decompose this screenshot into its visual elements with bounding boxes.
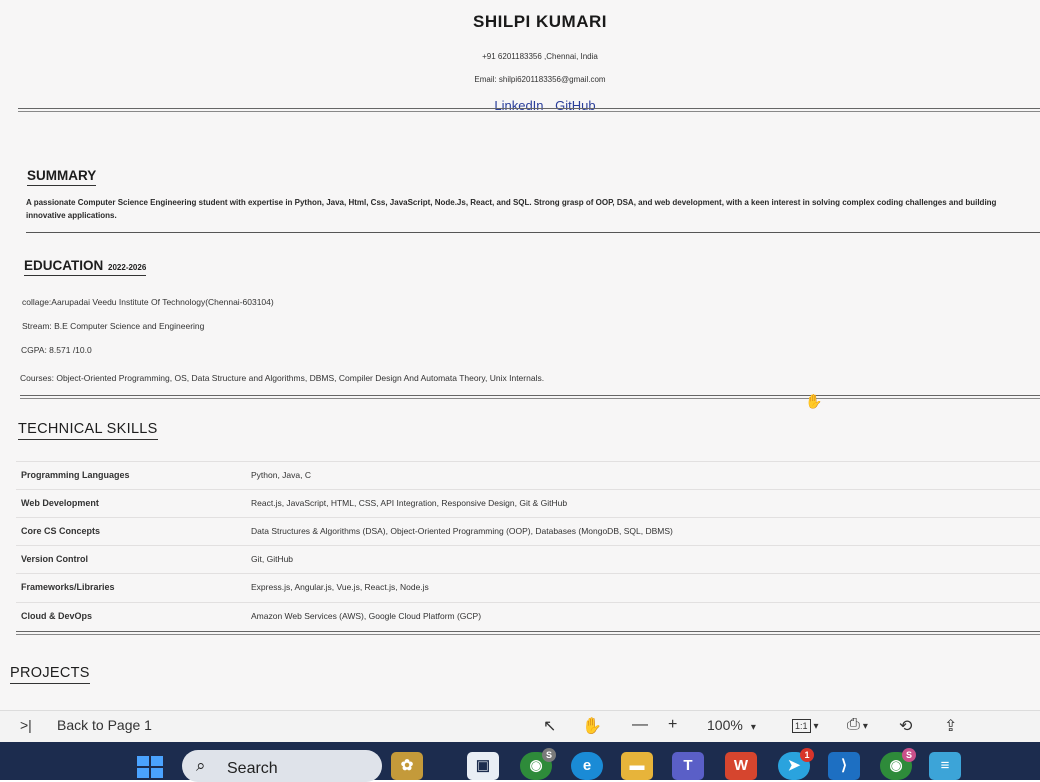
skill-key: Web Development: [21, 498, 99, 508]
chrome-icon[interactable]: ◉ S: [520, 748, 556, 780]
skill-key: Frameworks/Libraries: [21, 582, 115, 592]
windows-start-icon[interactable]: [137, 756, 163, 778]
skill-value: React.js, JavaScript, HTML, CSS, API Int…: [251, 498, 568, 508]
cgpa-line: CGPA: 8.571 /10.0: [21, 345, 92, 355]
education-divider: [20, 395, 1040, 399]
zoom-value: 100%: [707, 717, 743, 733]
skip-back-icon[interactable]: >|: [20, 717, 32, 733]
edge-icon[interactable]: e: [571, 752, 603, 780]
profile-badge: S: [902, 748, 916, 762]
skill-value: Git, GitHub: [251, 554, 294, 564]
print-icon[interactable]: ⎙ ▾: [847, 716, 868, 734]
chevron-down-icon: ▾: [750, 722, 756, 733]
resume-name: SHILPI KUMARI: [473, 12, 607, 31]
hand-tool-icon[interactable]: ✋: [582, 716, 602, 736]
back-to-page-button[interactable]: Back to Page 1: [57, 717, 152, 733]
search-label: Search: [227, 760, 278, 777]
teams-icon[interactable]: T: [672, 752, 704, 780]
stream-line: Stream: B.E Computer Science and Enginee…: [22, 321, 205, 331]
table-row: Core CS Concepts Data Structures & Algor…: [16, 517, 1040, 545]
rotate-icon[interactable]: ⟲: [899, 716, 912, 736]
summary-heading: SUMMARY: [27, 168, 97, 186]
skills-divider: [16, 631, 1040, 635]
zoom-out-icon[interactable]: —: [632, 716, 648, 734]
pdf-document-page: SHILPI KUMARI +91 6201183356 ,Chennai, I…: [0, 0, 1040, 710]
skills-heading: TECHNICAL SKILLS: [18, 421, 158, 440]
courses-line: Courses: Object-Oriented Programming, OS…: [20, 373, 545, 383]
skill-key: Core CS Concepts: [21, 526, 101, 536]
table-row: Frameworks/Libraries Express.js, Angular…: [16, 573, 1040, 601]
share-icon[interactable]: ⇪: [944, 716, 957, 736]
hand-cursor-icon: ✋: [805, 393, 823, 409]
education-years: 2022-2026: [108, 263, 147, 272]
telegram-icon[interactable]: ➤ 1: [778, 748, 814, 780]
zoom-dropdown[interactable]: 100% ▾: [707, 717, 756, 733]
select-arrow-icon[interactable]: ↖: [543, 716, 556, 736]
chevron-down-icon: ▾: [813, 721, 819, 732]
wps-office-icon[interactable]: W: [725, 752, 757, 780]
summary-text: A passionate Computer Science Engineerin…: [26, 198, 997, 220]
skill-key: Programming Languages: [21, 470, 130, 480]
skill-value: Amazon Web Services (AWS), Google Cloud …: [251, 611, 482, 621]
college-line: collage:Aarupadai Veedu Institute Of Tec…: [22, 297, 274, 307]
search-icon: ⌕: [196, 756, 206, 775]
table-row: Programming Languages Python, Java, C: [16, 461, 1040, 489]
education-title: EDUCATION: [24, 258, 104, 273]
chevron-down-icon: ▾: [862, 721, 868, 732]
windows-taskbar: ⌕ Search ✿ ▣ ◉ S e ▬ T W ➤ 1 ⟩ ◉ S ≡: [0, 742, 1040, 782]
skill-key: Cloud & DevOps: [21, 611, 93, 621]
skill-value: Express.js, Angular.js, Vue.js, React.js…: [251, 582, 429, 592]
table-row: Cloud & DevOps Amazon Web Services (AWS)…: [16, 602, 1040, 630]
vscode-icon[interactable]: ⟩: [828, 752, 860, 780]
skill-value: Data Structures & Algorithms (DSA), Obje…: [251, 526, 673, 536]
skill-key: Version Control: [21, 554, 89, 564]
header-divider: [18, 108, 1040, 112]
table-row: Version Control Git, GitHub: [16, 545, 1040, 573]
profile-badge: S: [542, 748, 556, 762]
education-heading: EDUCATION 2022-2026: [24, 258, 147, 276]
file-explorer-icon[interactable]: ▬: [621, 752, 653, 780]
email-line: Email: shilpi6201183356@gmail.com: [474, 75, 606, 84]
widgets-icon[interactable]: ✿: [391, 752, 423, 780]
pdf-toolbar: >| Back to Page 1 ↖ ✋ — + 100% ▾ 1:1 ▾ ⎙ ▾ …: [0, 710, 1040, 743]
notification-badge: 1: [800, 748, 814, 762]
task-view-icon[interactable]: ▣: [467, 752, 499, 780]
page-fit-label: 1:1: [792, 719, 811, 733]
zoom-in-icon[interactable]: +: [668, 716, 677, 734]
fit-page-icon[interactable]: 1:1 ▾: [792, 716, 819, 734]
table-row: Web Development React.js, JavaScript, HT…: [16, 489, 1040, 517]
notepad-icon[interactable]: ≡: [929, 752, 961, 780]
summary-divider: [26, 232, 1040, 233]
skill-value: Python, Java, C: [251, 470, 312, 480]
projects-heading: PROJECTS: [10, 665, 90, 684]
taskbar-search[interactable]: ⌕ Search: [182, 750, 382, 782]
chrome-profile-icon[interactable]: ◉ S: [880, 748, 916, 780]
contact-line: +91 6201183356 ,Chennai, India: [482, 52, 598, 61]
